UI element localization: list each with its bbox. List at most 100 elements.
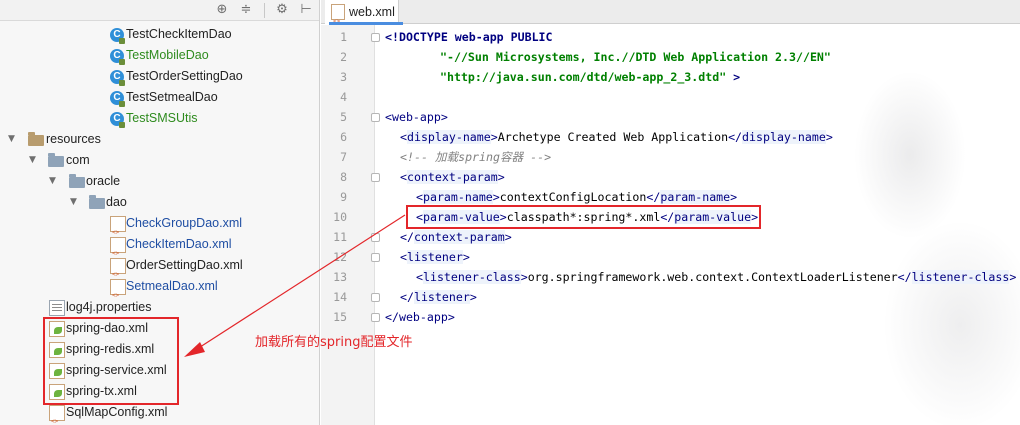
xml-tag: display-name bbox=[742, 130, 826, 144]
folder-icon bbox=[48, 153, 64, 167]
xml-tag: listener-class bbox=[911, 270, 1010, 284]
code-line-11: </context-param> bbox=[400, 230, 512, 244]
xml-text: org.springframework.web.context.ContextL… bbox=[527, 270, 898, 284]
tree-item-label: SqlMapConfig.xml bbox=[66, 405, 168, 419]
line-number: 13 bbox=[333, 270, 347, 284]
editor-tab-bar: web.xml bbox=[321, 0, 1020, 34]
code-line-13: <listener-class>org.springframework.web.… bbox=[416, 270, 1017, 284]
fold-marker[interactable] bbox=[371, 173, 380, 182]
crosshair-icon[interactable]: ⊕ bbox=[214, 2, 230, 18]
code-line-5: <web-app> bbox=[385, 110, 448, 124]
line-number: 3 bbox=[340, 70, 347, 84]
xml-tag: param-name bbox=[422, 190, 493, 204]
tree-item[interactable]: CheckItemDao.xml bbox=[0, 234, 319, 264]
tree-item[interactable]: C TestMobileDao bbox=[0, 45, 319, 66]
resource-folder-icon bbox=[28, 132, 44, 146]
gear-icon[interactable]: ⚙ bbox=[274, 2, 290, 18]
line-number: 11 bbox=[333, 230, 347, 244]
fold-marker[interactable] bbox=[371, 113, 380, 122]
xml-tag: web-app bbox=[391, 110, 441, 124]
collapse-icon[interactable]: ≑ bbox=[238, 2, 254, 18]
tree-item[interactable]: OrderSettingDao.xml bbox=[0, 255, 319, 285]
folder-icon bbox=[89, 195, 105, 209]
xml-tag: context-param bbox=[413, 230, 505, 244]
tree-item-dao[interactable]: ▼ dao bbox=[0, 192, 319, 213]
tree-item-label: dao bbox=[106, 195, 127, 209]
xml-tag: param-name bbox=[660, 190, 731, 204]
class-icon: C bbox=[110, 112, 125, 128]
class-icon: C bbox=[110, 91, 125, 107]
chevron-down-icon[interactable]: ▼ bbox=[70, 192, 80, 213]
xml-tag: display-name bbox=[406, 130, 491, 144]
xml-file-icon bbox=[110, 279, 126, 306]
class-icon: C bbox=[110, 49, 125, 65]
xml-file-icon bbox=[49, 405, 65, 425]
xml-tag: listener-class bbox=[422, 270, 521, 284]
tree-item[interactable]: C TestCheckItemDao bbox=[0, 24, 319, 45]
tree-item-label: TestOrderSettingDao bbox=[126, 69, 243, 83]
code-line-12: <listener> bbox=[400, 250, 470, 264]
line-number: 2 bbox=[340, 50, 347, 64]
tree-item[interactable]: C TestSetmealDao bbox=[0, 87, 319, 108]
fold-marker[interactable] bbox=[371, 33, 380, 42]
code-line-14: </listener> bbox=[400, 290, 477, 304]
code-line-2: "-//Sun Microsystems, Inc.//DTD Web Appl… bbox=[440, 47, 831, 67]
spring-files-highlight bbox=[43, 317, 179, 405]
class-icon: C bbox=[110, 28, 125, 44]
tree-item[interactable]: SqlMapConfig.xml bbox=[0, 402, 319, 425]
tree-item-label: log4j.properties bbox=[66, 300, 152, 314]
xml-comment: <!-- 加载spring容器 --> bbox=[400, 150, 552, 164]
chevron-down-icon[interactable]: ▼ bbox=[29, 150, 39, 171]
line-number: 5 bbox=[340, 110, 347, 124]
line-number: 12 bbox=[333, 250, 347, 264]
tree-item[interactable]: C TestOrderSettingDao bbox=[0, 66, 319, 87]
tree-item-resources[interactable]: ▼ resources bbox=[0, 129, 319, 150]
tree-item[interactable]: CheckGroupDao.xml bbox=[0, 213, 319, 243]
project-tree-panel: ⊕ ≑ ⚙ ⊢ C TestCheckItemDao C TestMobileD… bbox=[0, 0, 320, 425]
tab-web-xml[interactable]: web.xml bbox=[325, 0, 403, 34]
code-line-7: <!-- 加载spring容器 --> bbox=[400, 147, 551, 167]
fold-marker[interactable] bbox=[371, 313, 380, 322]
xml-file-icon bbox=[110, 237, 126, 264]
properties-file-icon bbox=[49, 300, 65, 316]
xml-tag: context-param bbox=[406, 170, 498, 184]
chevron-down-icon[interactable]: ▼ bbox=[49, 171, 59, 192]
code-line-6: <display-name>Archetype Created Web Appl… bbox=[400, 130, 833, 144]
folder-icon bbox=[69, 174, 85, 188]
fold-marker[interactable] bbox=[371, 253, 380, 262]
line-number: 9 bbox=[340, 190, 347, 204]
tree-item[interactable]: C TestSMSUtis bbox=[0, 108, 319, 129]
tree-item-label: resources bbox=[46, 132, 101, 146]
line-number: 7 bbox=[340, 150, 347, 164]
tree-item[interactable]: SetmealDao.xml bbox=[0, 276, 319, 306]
tree-item-label: TestMobileDao bbox=[126, 48, 209, 62]
doctype-end: > bbox=[726, 70, 741, 84]
line-number: 10 bbox=[333, 210, 347, 224]
code-line-15: </web-app> bbox=[385, 310, 455, 324]
line-number: 14 bbox=[333, 290, 347, 304]
project-toolbar: ⊕ ≑ ⚙ ⊢ bbox=[0, 0, 319, 21]
code-line-9: <param-name>contextConfigLocation</param… bbox=[416, 190, 738, 204]
chevron-down-icon[interactable]: ▼ bbox=[8, 129, 18, 150]
tree-item-label: CheckItemDao.xml bbox=[126, 237, 232, 251]
xml-file-icon bbox=[331, 4, 345, 34]
xml-file-icon bbox=[110, 216, 126, 243]
tree-item-label: TestSMSUtis bbox=[126, 111, 198, 125]
tree-item-label: OrderSettingDao.xml bbox=[126, 258, 243, 272]
doctype-declaration: <!DOCTYPE web-app PUBLIC bbox=[385, 30, 553, 44]
tree-item-label: oracle bbox=[86, 174, 121, 188]
tree-item-oracle[interactable]: ▼ oracle bbox=[0, 171, 319, 192]
doctype-system-id: "http://java.sun.com/dtd/web-app_2_3.dtd… bbox=[440, 70, 727, 84]
fold-marker[interactable] bbox=[371, 293, 380, 302]
line-number: 4 bbox=[340, 90, 347, 104]
code-line-8: <context-param> bbox=[400, 170, 505, 184]
tree-item-com[interactable]: ▼ com bbox=[0, 150, 319, 171]
doctype-public-id: "-//Sun Microsystems, Inc.//DTD Web Appl… bbox=[440, 50, 831, 64]
line-number: 8 bbox=[340, 170, 347, 184]
tree-item[interactable]: log4j.properties bbox=[0, 297, 319, 318]
code-line-3: "http://java.sun.com/dtd/web-app_2_3.dtd… bbox=[440, 67, 740, 87]
tree-item-label: com bbox=[66, 153, 90, 167]
param-value-highlight bbox=[406, 205, 761, 229]
fold-marker[interactable] bbox=[371, 233, 380, 242]
hide-icon[interactable]: ⊢ bbox=[298, 2, 314, 18]
